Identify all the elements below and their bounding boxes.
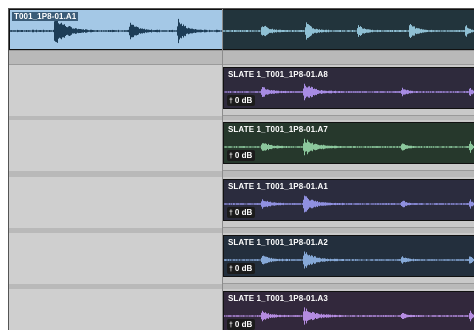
clip-name-label: SLATE 1_T001_1P8-01.A7 (228, 125, 328, 134)
main-waveform-selected (10, 18, 223, 44)
track-selection-band (9, 233, 222, 284)
clip-name-label: SLATE 1_T001_1P8-01.A8 (228, 70, 328, 79)
clip-gain-icon: † (229, 153, 233, 160)
audio-clip-slate[interactable]: SLATE 1_T001_1P8-01.A7 † 0 dB (223, 122, 474, 164)
waveform-path (224, 307, 474, 325)
track-selection-band (9, 177, 222, 228)
clip-gain-control[interactable]: † 0 dB (227, 95, 256, 106)
track-selection-band (9, 289, 222, 330)
clip-gain-control[interactable]: † 0 dB (227, 319, 256, 330)
main-waveform (10, 18, 474, 44)
audio-clip-slate[interactable]: SLATE 1_T001_1P8-01.A8 † 0 dB (223, 67, 474, 109)
clip-gain-icon: † (229, 98, 233, 105)
edit-window: T001_1P8-01.A1 SLATE 1_T001_1P8-01.A8 † 0 … (8, 8, 474, 330)
clip-gain-value: 0 dB (234, 151, 253, 160)
clip-name-label: SLATE 1_T001_1P8-01.A1 (228, 182, 328, 191)
clip-gain-value: 0 dB (234, 96, 253, 105)
clip-gain-value: 0 dB (234, 264, 253, 273)
selection-divider (222, 9, 223, 330)
audio-clip-slate[interactable]: SLATE 1_T001_1P8-01.A3 † 0 dB (223, 291, 474, 330)
clip-name-label: SLATE 1_T001_1P8-01.A3 (228, 294, 328, 303)
audio-clip-slate[interactable]: SLATE 1_T001_1P8-01.A2 † 0 dB (223, 235, 474, 277)
audio-clip-main[interactable]: T001_1P8-01.A1 (9, 9, 474, 50)
track-spacer (9, 51, 474, 65)
clip-name-label: T001_1P8-01.A1 (12, 12, 79, 21)
audio-clip-slate[interactable]: SLATE 1_T001_1P8-01.A1 † 0 dB (223, 179, 474, 221)
clip-gain-control[interactable]: † 0 dB (227, 150, 256, 161)
waveform-path (224, 195, 474, 213)
clip-gain-value: 0 dB (234, 320, 253, 329)
clip-name-label: SLATE 1_T001_1P8-01.A2 (228, 238, 328, 247)
waveform-path (10, 18, 223, 44)
clip-gain-icon: † (229, 322, 233, 329)
clip-gain-value: 0 dB (234, 208, 253, 217)
waveform-path (224, 138, 474, 156)
clip-gain-icon: † (229, 210, 233, 217)
track-selection-band (9, 120, 222, 171)
clip-gain-control[interactable]: † 0 dB (227, 263, 256, 274)
waveform-path (224, 83, 474, 101)
waveform-path (224, 251, 474, 269)
clip-gain-icon: † (229, 266, 233, 273)
clip-gain-control[interactable]: † 0 dB (227, 207, 256, 218)
track-selection-band (9, 65, 222, 116)
